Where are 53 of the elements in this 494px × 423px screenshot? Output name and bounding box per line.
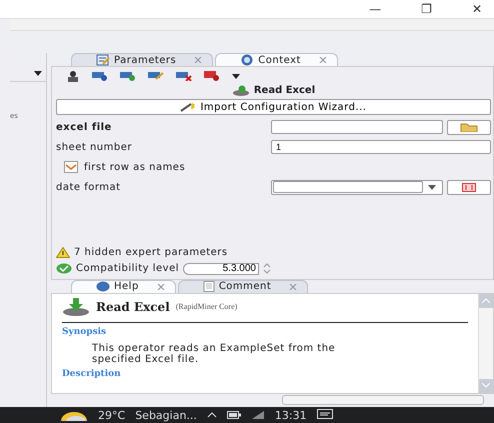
warning-icon [56, 247, 70, 258]
calendar-icon [462, 182, 476, 192]
parameter-label: sheet number [56, 142, 132, 152]
chevron-up-icon[interactable] [206, 412, 217, 418]
ok-icon [56, 263, 72, 274]
panel-tab[interactable]: Context [215, 53, 338, 66]
checkbox[interactable] [64, 161, 78, 173]
caret-icon[interactable] [428, 184, 436, 190]
window-control[interactable]: — [369, 2, 382, 16]
weather-icon[interactable] [60, 409, 88, 421]
synopsis-text: This operator reads an ExampleSet from the specified Excel file. [92, 342, 336, 365]
battery-icon[interactable] [226, 411, 241, 419]
edit-icon[interactable] [148, 71, 164, 81]
wizard-button[interactable]: Import Configuration Wizard... [56, 99, 491, 115]
read-icon [232, 84, 250, 96]
caret-icon[interactable] [34, 70, 42, 76]
help-icon [96, 281, 110, 292]
close-icon[interactable] [156, 284, 165, 290]
compatibility-label: Compatibility level [76, 263, 179, 274]
globe-icon [240, 54, 254, 66]
form-icon [96, 54, 110, 66]
folder-icon [460, 122, 478, 132]
temperature-text[interactable]: 29°C [98, 408, 126, 422]
parameter-field[interactable] [271, 120, 443, 134]
checkbox-label: first row as names [84, 162, 186, 172]
caret-icon[interactable] [232, 74, 240, 78]
window-control[interactable]: ✕ [472, 2, 482, 16]
clock-text[interactable]: 13:31 [274, 408, 307, 422]
window-control[interactable]: ❐ [421, 2, 432, 16]
delete-icon[interactable] [176, 71, 192, 81]
help-title: Read Excel [96, 300, 170, 314]
parameter-field[interactable]: 1 [271, 140, 491, 154]
wand-icon [180, 102, 196, 112]
panel-tab[interactable]: Help [71, 280, 176, 293]
section-heading: Description [62, 368, 122, 379]
read-icon [62, 298, 90, 316]
parameter-label: date format [56, 182, 121, 192]
operator-title: Read Excel [254, 84, 316, 96]
panel-tab[interactable]: Parameters [71, 53, 214, 66]
help-subtitle: (RapidMiner Core) [176, 302, 238, 312]
compatibility-field[interactable]: 5.3.000 [183, 262, 259, 275]
parameter-label: excel file [56, 122, 112, 132]
panel-tab[interactable]: Comment [178, 280, 308, 293]
notification-icon[interactable] [316, 409, 333, 421]
scrollbar[interactable] [282, 395, 484, 406]
close-icon[interactable] [318, 57, 327, 63]
date-button[interactable] [447, 180, 491, 194]
section-heading: Synopsis [62, 326, 108, 337]
wifi-icon[interactable] [250, 410, 265, 420]
folder-button[interactable] [447, 120, 491, 134]
spinner-icon[interactable] [263, 263, 271, 274]
hidden-parameters-text[interactable]: 7 hidden expert parameters [74, 247, 228, 258]
weather-text[interactable]: Sebagian... [135, 408, 197, 422]
